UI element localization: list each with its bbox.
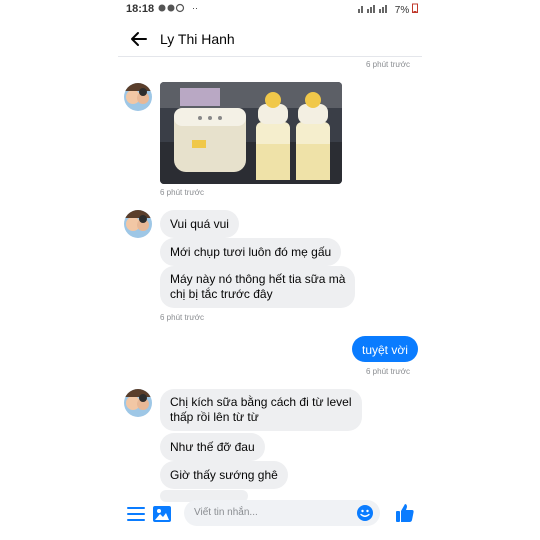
timestamp: 6 phút trước bbox=[160, 313, 204, 322]
avatar[interactable] bbox=[124, 83, 152, 111]
own-message-bubble[interactable]: tuyệt vời bbox=[352, 336, 418, 362]
emoji-icon[interactable] bbox=[356, 504, 374, 522]
shared-photo[interactable] bbox=[160, 82, 342, 184]
message-text: Máy này nó thông hết tia sữa mà bbox=[170, 272, 346, 286]
message-text: thấp rồi lên từ từ bbox=[170, 410, 259, 424]
message-text: Vui quá vui bbox=[170, 217, 229, 231]
more-notifications-icon: ·· bbox=[192, 3, 198, 13]
message-text: Giờ thấy sướng ghê bbox=[170, 468, 278, 482]
status-bar: 18:18 ·· 7% bbox=[118, 0, 422, 18]
messenger-notification-icon bbox=[158, 3, 188, 15]
avatar[interactable] bbox=[124, 389, 152, 417]
message-bubble[interactable]: Mới chụp tươi luôn đó mẹ gấu bbox=[160, 238, 342, 266]
back-arrow-icon[interactable] bbox=[128, 28, 150, 50]
timestamp: 6 phút trước bbox=[160, 188, 204, 197]
message-bubble[interactable]: Vui quá vui bbox=[160, 210, 239, 238]
like-icon[interactable] bbox=[394, 502, 416, 524]
status-time: 18:18 bbox=[126, 3, 155, 15]
message-text: tuyệt vời bbox=[362, 343, 408, 357]
message-bubble[interactable]: Giờ thấy sướng ghê bbox=[160, 461, 288, 489]
battery-icon bbox=[412, 3, 418, 13]
avatar[interactable] bbox=[124, 210, 152, 238]
messenger-screen: 18:18 ·· 7% Ly Thi Hanh 6 phút trước 6 p… bbox=[118, 0, 422, 540]
image-icon[interactable] bbox=[152, 504, 172, 524]
message-bubble[interactable]: Chị kích sữa bằng cách đi từ level thấp … bbox=[160, 389, 362, 431]
menu-icon[interactable] bbox=[126, 504, 146, 524]
message-input[interactable]: Viết tin nhắn... bbox=[184, 500, 380, 526]
battery-percent: 7% bbox=[394, 5, 410, 16]
status-right: 7% bbox=[357, 3, 418, 16]
timestamp: 6 phút trước bbox=[366, 367, 410, 376]
message-composer: Viết tin nhắn... bbox=[118, 498, 422, 532]
message-bubble[interactable]: Máy này nó thông hết tia sữa mà chị bị t… bbox=[160, 266, 356, 308]
contact-name[interactable]: Ly Thi Hanh bbox=[160, 31, 235, 47]
message-text: Như thế đỡ đau bbox=[170, 440, 255, 454]
conversation-header: Ly Thi Hanh bbox=[118, 22, 422, 57]
message-bubble[interactable]: Như thế đỡ đau bbox=[160, 433, 265, 461]
message-text: Chị kích sữa bằng cách đi từ level bbox=[170, 395, 352, 409]
message-input-placeholder: Viết tin nhắn... bbox=[194, 507, 258, 518]
timestamp: 6 phút trước bbox=[366, 60, 410, 69]
message-text: Mới chụp tươi luôn đó mẹ gấu bbox=[170, 245, 332, 259]
signal-icon bbox=[357, 5, 387, 13]
message-text: chị bị tắc trước đây bbox=[170, 287, 273, 301]
